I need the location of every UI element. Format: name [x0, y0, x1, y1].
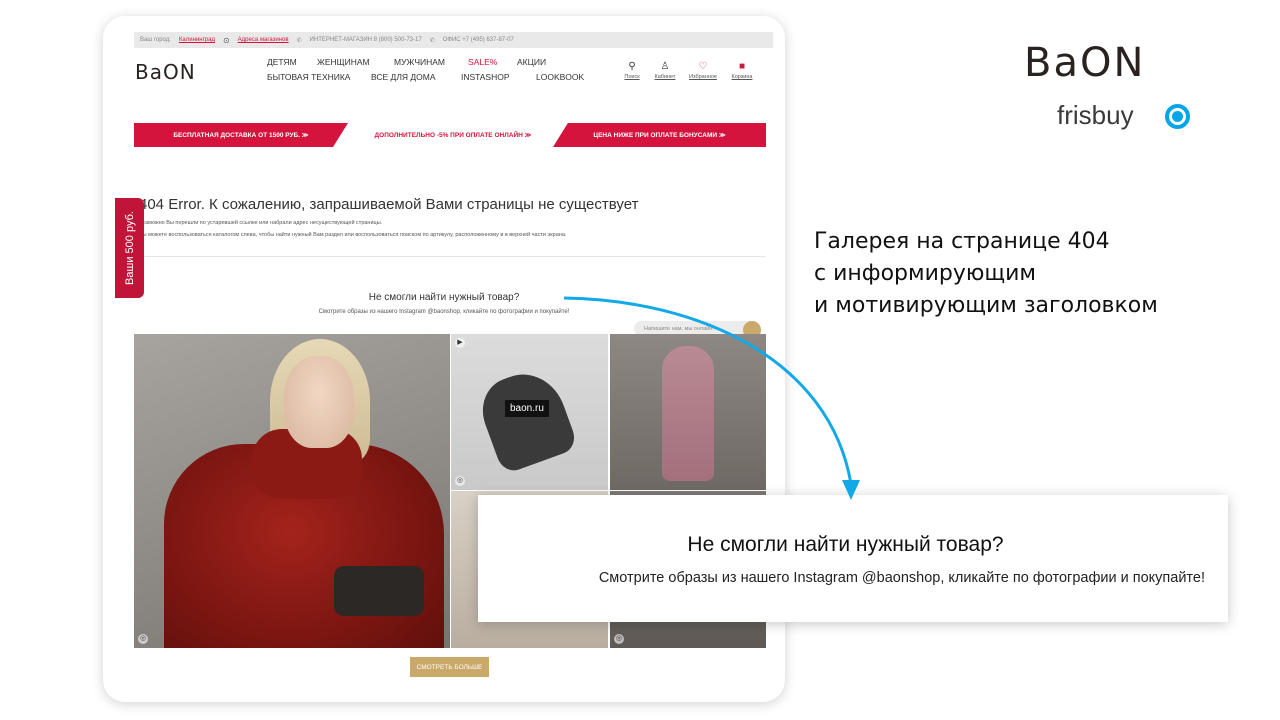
zoom-callout: Не смогли найти нужный товар? Смотрите о…: [478, 495, 1228, 622]
phone-icon: ✆: [296, 37, 302, 44]
heart-icon: ♡: [698, 61, 708, 72]
gallery-photo[interactable]: baon.ru ▶ ◎: [451, 334, 608, 490]
play-icon: ▶: [455, 338, 465, 348]
cart-button[interactable]: ■ Корзина: [726, 60, 758, 80]
instagram-icon: ◎: [455, 476, 465, 486]
instagram-icon: ◎: [138, 634, 148, 644]
frisbuy-circle-icon: [1165, 104, 1190, 129]
nav-item-women[interactable]: ЖЕНЩИНАМ: [317, 57, 370, 67]
promo-bonus-price[interactable]: ЦЕНА НИЖЕ ПРИ ОПЛАТЕ БОНУСАМИ ≫: [553, 123, 766, 147]
shop-phone[interactable]: ИНТЕРНЕТ-МАГАЗИН 8 (800) 500-73-17: [310, 37, 422, 43]
account-button[interactable]: ♙ Кабинет: [649, 60, 681, 80]
callout-title: Не смогли найти нужный товар?: [687, 533, 1004, 556]
divider: [134, 256, 766, 257]
error-text-line: Возможно Вы перешли по устаревшей ссылке…: [139, 220, 383, 226]
favorites-label: Избранное: [689, 74, 717, 80]
city-link[interactable]: Калининград: [179, 37, 215, 43]
bag-icon: ■: [738, 61, 746, 72]
nav-item-lookbook[interactable]: LOOKBOOK: [536, 72, 584, 82]
cart-label: Корзина: [731, 74, 753, 80]
caption-line: Галерея на странице 404: [814, 229, 1110, 254]
frisbuy-logo: frisbuy: [1057, 100, 1134, 130]
promo-online-discount[interactable]: ДОПОЛНИТЕЛЬНО -5% ПРИ ОПЛАТЕ ОНЛАЙН ≫: [343, 123, 563, 147]
coat-shape: [662, 346, 714, 481]
site-logo[interactable]: BaON: [135, 60, 196, 84]
face-shape: [284, 356, 354, 448]
search-label: Поиск: [624, 74, 640, 80]
nav-item-men[interactable]: МУЖЧИНАМ: [394, 57, 445, 67]
user-icon: ♙: [660, 61, 670, 72]
gallery-subtitle: Смотрите образы из нашего Instagram @bao…: [318, 309, 570, 315]
gallery-photo[interactable]: ◎: [134, 334, 450, 648]
nav-item-appliances[interactable]: БЫТОВАЯ ТЕХНИКА: [267, 72, 350, 82]
phone-icon: ✆: [429, 37, 435, 44]
nav-item-sale[interactable]: SALE%: [468, 57, 497, 67]
photo-tag: baon.ru: [505, 400, 549, 417]
header-icons: ⚲ Поиск ♙ Кабинет ♡ Избранное ■ Корзина: [616, 60, 756, 86]
nav-item-promotions[interactable]: АКЦИИ: [517, 57, 546, 67]
search-button[interactable]: ⚲ Поиск: [616, 60, 648, 80]
location-pin-icon: ⊙: [222, 35, 230, 45]
baon-logo: BaON: [1024, 40, 1146, 86]
callout-subtitle: Смотрите образы из нашего Instagram @bao…: [598, 570, 1205, 586]
gallery-photo[interactable]: [610, 334, 766, 490]
promo-free-delivery[interactable]: БЕСПЛАТНАЯ ДОСТАВКА ОТ 1500 РУБ. ≫: [134, 123, 348, 147]
city-label: Ваш город:: [140, 37, 171, 43]
gallery-title: Не смогли найти нужный товар?: [368, 292, 520, 303]
stores-link[interactable]: Адреса магазинов: [238, 37, 289, 43]
account-label: Кабинет: [654, 74, 676, 80]
error-title: 404 Error. К сожалению, запрашиваемой Ва…: [139, 196, 639, 213]
office-phone[interactable]: ОФИС +7 (495) 637-87-07: [443, 37, 514, 43]
main-nav: ДЕТЯМ ЖЕНЩИНАМ МУЖЧИНАМ SALE% АКЦИИ БЫТО…: [267, 57, 597, 87]
show-more-button[interactable]: СМОТРЕТЬ БОЛЬШЕ: [410, 657, 489, 677]
nav-item-home[interactable]: ВСЕ ДЛЯ ДОМА: [371, 72, 436, 82]
bonus-side-tab[interactable]: Ваши 500 руб.: [115, 198, 144, 298]
caption-line: и мотивирующим заголовком: [814, 293, 1158, 318]
presentation-slide: Ваш город: Калининград ⊙ Адреса магазино…: [0, 0, 1280, 720]
nav-item-kids[interactable]: ДЕТЯМ: [267, 57, 297, 67]
top-info-bar: Ваш город: Калининград ⊙ Адреса магазино…: [134, 32, 773, 48]
handbag-shape: [334, 566, 424, 616]
nav-item-instashop[interactable]: INSTASHOP: [461, 72, 510, 82]
model-shape: [473, 363, 579, 475]
search-icon: ⚲: [628, 61, 636, 72]
favorites-button[interactable]: ♡ Избранное: [687, 60, 719, 80]
instagram-icon: ◎: [614, 634, 624, 644]
slide-caption: Галерея на странице 404 с информирующим …: [814, 226, 1158, 322]
bonus-side-tab-label: Ваши 500 руб.: [123, 211, 136, 285]
error-text-line: Вы можете воспользоваться каталогом слев…: [139, 232, 567, 238]
caption-line: с информирующим: [814, 261, 1037, 286]
